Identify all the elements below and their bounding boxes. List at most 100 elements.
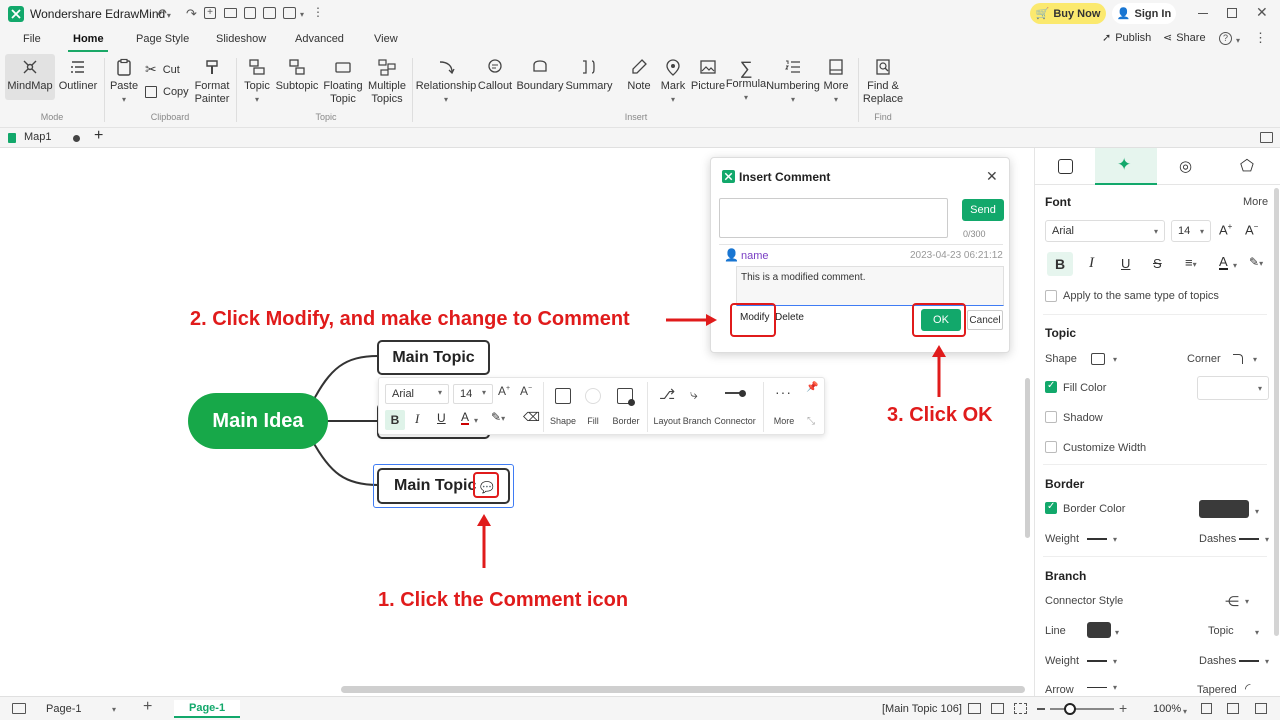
zoom-caret-icon[interactable]: ▾: [1183, 703, 1187, 717]
apply-same-checkbox[interactable]: [1045, 290, 1057, 302]
help-icon[interactable]: ?: [1219, 32, 1232, 45]
new-file-icon[interactable]: +: [204, 7, 216, 19]
main-topic-node[interactable]: Main Topic: [377, 340, 490, 375]
font-color-icon[interactable]: A: [1219, 255, 1228, 270]
float-fill-label[interactable]: Fill: [581, 416, 605, 426]
redo-icon[interactable]: ↷: [186, 6, 197, 22]
paste-button[interactable]: Paste ▾: [110, 58, 138, 106]
weight-select[interactable]: ▾: [1087, 528, 1127, 550]
undo-icon[interactable]: ↶▾: [156, 6, 171, 22]
panel-scrollbar[interactable]: [1274, 188, 1279, 636]
float-increase-font-icon[interactable]: A+: [498, 384, 510, 398]
bold-icon[interactable]: B: [1047, 252, 1073, 276]
cancel-button[interactable]: Cancel: [967, 310, 1003, 330]
open-folder-icon[interactable]: [224, 8, 237, 18]
fit-page-icon[interactable]: [968, 703, 981, 714]
font-family-select[interactable]: Arial ▾: [1045, 220, 1165, 242]
more-insert-button[interactable]: More ▾: [820, 58, 852, 106]
buy-now-button[interactable]: 🛒 Buy Now: [1030, 3, 1106, 24]
tapered-icon[interactable]: ◜: [1245, 680, 1250, 697]
add-tab-icon[interactable]: +: [94, 127, 103, 145]
view-mode-icon[interactable]: [1227, 703, 1239, 714]
float-highlight-icon[interactable]: ✎▾: [491, 410, 505, 424]
panel-tab-style-icon[interactable]: ✦: [1117, 155, 1131, 175]
zoom-slider-track[interactable]: [1050, 708, 1114, 710]
align-icon[interactable]: ≡▾: [1185, 255, 1197, 270]
font-color-caret-icon[interactable]: ▾: [1233, 257, 1237, 271]
fill-color-checkbox[interactable]: [1045, 380, 1057, 393]
font-more-link[interactable]: More: [1243, 196, 1268, 208]
present-icon[interactable]: [1201, 703, 1212, 714]
sign-in-button[interactable]: 👤 Sign In: [1112, 3, 1176, 24]
share-button[interactable]: ⋖ Share: [1163, 31, 1206, 45]
relationship-button[interactable]: Relationship ▾: [416, 58, 476, 106]
decrease-font-icon[interactable]: A−: [1245, 222, 1258, 237]
subtopic-button[interactable]: Subtopic: [276, 58, 318, 93]
float-branch-label[interactable]: Branch: [681, 416, 713, 426]
italic-icon[interactable]: I: [1089, 255, 1094, 272]
line-color-caret-icon[interactable]: ▾: [1115, 624, 1119, 638]
fill-color-select[interactable]: ▾: [1197, 376, 1269, 400]
add-page-icon[interactable]: +: [143, 698, 152, 716]
underline-icon[interactable]: U: [1121, 256, 1130, 271]
border-color-caret-icon[interactable]: ▾: [1255, 503, 1259, 517]
panel-tab-page-icon[interactable]: [1058, 159, 1073, 174]
float-layout-icon[interactable]: ⎇: [659, 386, 675, 403]
float-shape-label[interactable]: Shape: [547, 416, 579, 426]
more-options-icon[interactable]: ⋮: [1254, 30, 1267, 46]
numbering-button[interactable]: Numbering ▾: [766, 58, 820, 106]
sidebar-toggle-icon[interactable]: [12, 703, 26, 714]
page-tab-1[interactable]: Page-1: [189, 702, 225, 714]
copy-button[interactable]: Copy: [145, 86, 189, 98]
fullscreen-icon[interactable]: [1014, 703, 1027, 714]
tab-page-style[interactable]: Page Style: [136, 33, 189, 45]
float-connector-label[interactable]: Connector: [713, 416, 757, 426]
branch-dashes-select[interactable]: ▾: [1239, 650, 1279, 672]
comment-edit-field[interactable]: This is a modified comment.: [736, 266, 1004, 306]
delete-link[interactable]: Delete: [775, 312, 804, 323]
vertical-scrollbar[interactable]: [1025, 378, 1030, 538]
callout-button[interactable]: Callout: [478, 58, 512, 93]
publish-button[interactable]: ➚ Publish: [1102, 31, 1151, 45]
customize-icon[interactable]: ⋮: [312, 5, 324, 19]
zoom-slider-handle[interactable]: [1064, 703, 1076, 715]
outliner-button[interactable]: Outliner: [56, 58, 100, 93]
panel-icon[interactable]: [1255, 703, 1267, 714]
float-clear-format-icon[interactable]: ⌫: [523, 410, 540, 424]
float-more-icon[interactable]: ···: [775, 384, 792, 400]
float-fill-icon[interactable]: [585, 388, 601, 404]
tab-advanced[interactable]: Advanced: [295, 33, 344, 45]
strikethrough-icon[interactable]: S: [1153, 256, 1162, 271]
tab-slideshow[interactable]: Slideshow: [216, 33, 266, 45]
dashes-select[interactable]: ▾: [1239, 528, 1279, 550]
topic-caret-icon[interactable]: ▾: [1255, 624, 1259, 638]
horizontal-scrollbar[interactable]: [341, 686, 1025, 693]
tab-view[interactable]: View: [374, 33, 398, 45]
topic-button[interactable]: Topic ▾: [240, 58, 274, 106]
minimize-icon[interactable]: [1198, 13, 1208, 14]
border-color-checkbox[interactable]: [1045, 501, 1057, 514]
export-caret-icon[interactable]: ▾: [300, 6, 304, 20]
formula-button[interactable]: ∑ Formula ▾: [726, 58, 766, 104]
zoom-in-icon[interactable]: +: [1119, 700, 1127, 716]
float-italic-icon[interactable]: I: [415, 411, 419, 427]
corner-select[interactable]: ▾: [1227, 348, 1267, 370]
float-resize-icon[interactable]: ⤡: [807, 416, 815, 427]
dialog-close-icon[interactable]: ✕: [986, 168, 998, 185]
picture-button[interactable]: Picture: [690, 58, 726, 93]
multiple-topics-button[interactable]: Multiple Topics: [366, 58, 408, 106]
format-painter-button[interactable]: Format Painter: [194, 58, 230, 106]
shape-select[interactable]: ▾: [1085, 348, 1125, 370]
help-caret-icon[interactable]: ▾: [1236, 32, 1240, 46]
float-shape-icon[interactable]: [555, 388, 571, 404]
float-underline-icon[interactable]: U: [437, 411, 446, 425]
floating-topic-button[interactable]: Floating Topic: [322, 58, 364, 106]
mark-button[interactable]: Mark ▾: [656, 58, 690, 106]
comment-input[interactable]: [719, 198, 948, 238]
toggle-panel-icon[interactable]: [1260, 132, 1273, 143]
note-button[interactable]: Note: [622, 58, 656, 93]
float-bold-icon[interactable]: B: [385, 410, 405, 430]
close-window-icon[interactable]: ✕: [1256, 4, 1268, 21]
fit-width-icon[interactable]: [991, 703, 1004, 714]
mindmap-canvas[interactable]: Main Idea Main Topic Main Topic 💬 Arial ▾…: [0, 148, 1030, 696]
